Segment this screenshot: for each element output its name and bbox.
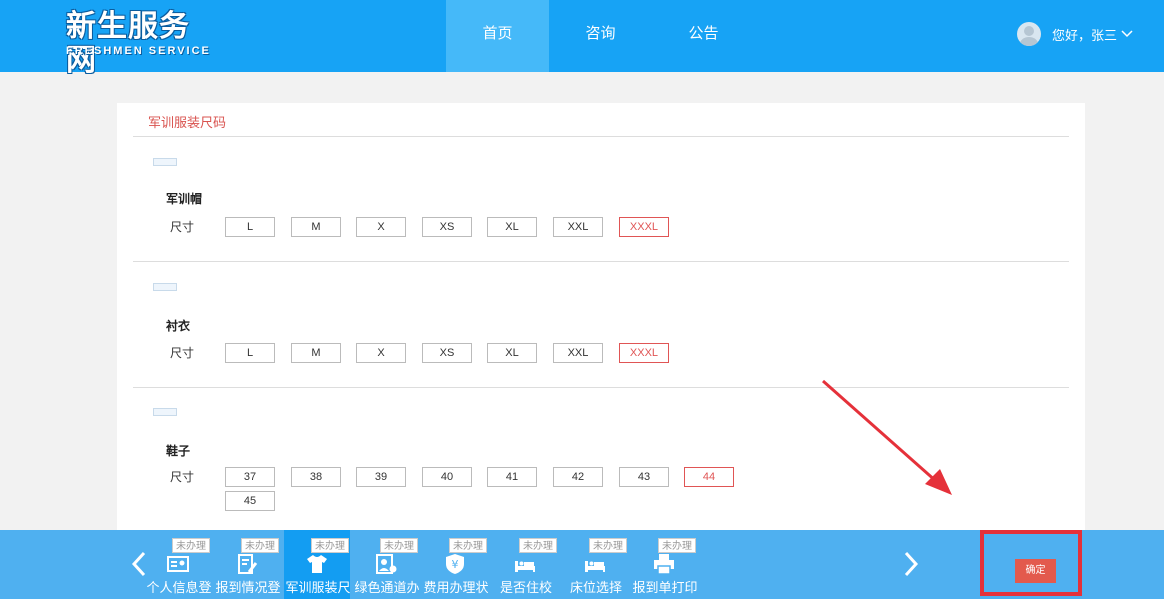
size-label: 尺寸 — [170, 346, 195, 360]
step-personal-info[interactable]: 未办理 个人信息登 — [145, 530, 212, 599]
logo-subtitle: FRESHMEN SERVICE — [66, 45, 211, 57]
size-option[interactable]: X — [356, 343, 406, 363]
size-option[interactable]: 37 — [225, 467, 275, 487]
size-options: L M X XS XL XXL XXXL — [225, 343, 765, 365]
status-badge: 未办理 — [589, 538, 627, 553]
size-option[interactable]: L — [225, 217, 275, 237]
section-cap: 军训帽 尺寸 L M X XS XL XXL XXXL — [133, 137, 1069, 262]
status-badge: 未办理 — [311, 538, 349, 553]
chevron-right-icon[interactable] — [903, 550, 919, 584]
id-card-icon — [167, 556, 189, 572]
step-label: 军训服装尺 — [285, 580, 351, 595]
step-label: 报到单打印 — [632, 580, 698, 595]
user-menu[interactable]: 您好，张三 — [1017, 22, 1133, 46]
step-label: 个人信息登 — [146, 580, 212, 595]
size-label: 尺寸 — [170, 470, 195, 484]
size-options: L M X XS XL XXL XXXL — [225, 217, 765, 239]
size-option[interactable]: XXL — [553, 343, 603, 363]
logo-text: 新生服务网 — [66, 10, 190, 77]
user-greeting: 您好，张三 — [1052, 27, 1118, 43]
size-option[interactable]: X — [356, 217, 406, 237]
size-option[interactable]: 39 — [356, 467, 406, 487]
size-option[interactable]: 40 — [422, 467, 472, 487]
size-option-selected[interactable]: 44 — [684, 467, 734, 487]
size-option[interactable]: XXL — [553, 217, 603, 237]
status-badge: 未办理 — [241, 538, 279, 553]
step-fee-status[interactable]: 未办理 ¥ 费用办理状 — [422, 530, 489, 599]
step-label: 是否住校 — [499, 580, 552, 595]
printer-icon — [654, 554, 674, 575]
confirm-button[interactable]: 确定 — [1015, 559, 1056, 583]
section-tag — [153, 158, 177, 166]
person-card-icon — [376, 554, 397, 574]
nav-notice[interactable]: 公告 — [652, 0, 755, 72]
status-badge: 未办理 — [172, 538, 210, 553]
yuan-shield-icon: ¥ — [446, 554, 464, 574]
size-option[interactable]: XS — [422, 343, 472, 363]
step-label: 床位选择 — [569, 580, 622, 595]
size-option[interactable]: 43 — [619, 467, 669, 487]
uniform-size-panel: 军训服装尺码 军训帽 尺寸 L M X XS XL XXL XXXL 衬衣 尺寸… — [117, 103, 1085, 543]
step-print-form[interactable]: 未办理 报到单打印 — [631, 530, 698, 599]
section-name: 鞋子 — [166, 444, 191, 458]
status-badge: 未办理 — [449, 538, 487, 553]
section-shoes: 鞋子 尺寸 37 38 39 40 41 42 43 44 45 — [133, 388, 1069, 543]
status-badge: 未办理 — [658, 538, 696, 553]
size-option[interactable]: 41 — [487, 467, 537, 487]
size-option[interactable]: 45 — [225, 491, 275, 511]
bed-icon — [515, 561, 535, 572]
section-tag — [153, 283, 177, 291]
bed-icon — [585, 561, 605, 572]
step-registration[interactable]: 未办理 报到情况登 — [214, 530, 281, 599]
nav-consult[interactable]: 咨询 — [549, 0, 652, 72]
size-option[interactable]: XL — [487, 217, 537, 237]
svg-text:¥: ¥ — [452, 558, 459, 571]
size-option[interactable]: 38 — [291, 467, 341, 487]
step-uniform-size[interactable]: 未办理 军训服装尺 — [284, 530, 351, 599]
edit-document-icon — [238, 554, 258, 574]
size-option-selected[interactable]: XXXL — [619, 343, 669, 363]
step-bed-selection[interactable]: 未办理 床位选择 — [562, 530, 628, 599]
size-option[interactable]: M — [291, 343, 341, 363]
section-tag — [153, 408, 177, 416]
chevron-down-icon[interactable] — [1121, 27, 1133, 41]
top-header: 新生服务网 FRESHMEN SERVICE 首页 咨询 公告 您好，张三 — [0, 0, 1164, 77]
size-option[interactable]: L — [225, 343, 275, 363]
step-label: 费用办理状 — [423, 580, 489, 595]
size-option[interactable]: M — [291, 217, 341, 237]
status-badge: 未办理 — [519, 538, 557, 553]
panel-title: 军训服装尺码 — [148, 115, 227, 130]
nav-home[interactable]: 首页 — [446, 0, 549, 72]
section-shirt: 衬衣 尺寸 L M X XS XL XXL XXXL — [133, 262, 1069, 388]
section-name: 衬衣 — [166, 319, 191, 333]
status-badge: 未办理 — [380, 538, 418, 553]
step-label: 报到情况登 — [215, 580, 281, 595]
step-residence[interactable]: 未办理 是否住校 — [492, 530, 558, 599]
size-options: 37 38 39 40 41 42 43 44 45 — [225, 467, 765, 512]
shirt-icon — [307, 555, 327, 573]
avatar[interactable] — [1017, 22, 1041, 46]
step-green-channel[interactable]: 未办理 绿色通道办 — [353, 530, 420, 599]
site-logo[interactable]: 新生服务网 FRESHMEN SERVICE — [66, 10, 218, 77]
size-option-selected[interactable]: XXXL — [619, 217, 669, 237]
step-label: 绿色通道办 — [354, 580, 420, 595]
size-option[interactable]: XS — [422, 217, 472, 237]
size-label: 尺寸 — [170, 220, 195, 234]
size-option[interactable]: 42 — [553, 467, 603, 487]
section-name: 军训帽 — [166, 192, 203, 206]
main-nav: 首页 咨询 公告 — [446, 0, 755, 72]
size-option[interactable]: XL — [487, 343, 537, 363]
